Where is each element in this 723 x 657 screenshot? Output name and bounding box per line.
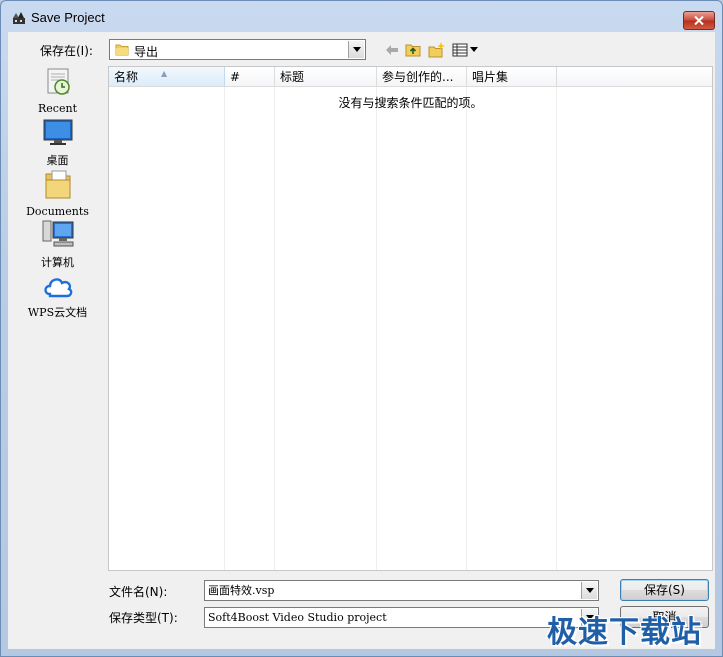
- back-arrow-icon[interactable]: [383, 41, 401, 59]
- column-divider: [556, 87, 557, 570]
- save-button[interactable]: 保存(S): [620, 579, 709, 601]
- place-computer[interactable]: 计算机: [13, 219, 102, 270]
- watermark-text: 极速下载站: [547, 615, 702, 650]
- column-label: #: [230, 70, 241, 84]
- place-label: Documents: [26, 205, 89, 218]
- file-name-label: 文件名(N):: [109, 585, 168, 599]
- place-label: 桌面: [46, 154, 69, 167]
- place-label: WPS云文档: [27, 306, 88, 319]
- save-project-dialog: Save Project 保存在(I): 导出 Recent 桌面 Docume…: [0, 0, 723, 657]
- empty-message: 没有与搜索条件匹配的项。: [338, 96, 483, 110]
- column-label: 名称: [114, 70, 139, 84]
- place-desktop[interactable]: 桌面: [13, 117, 102, 168]
- column-header-title[interactable]: 标题: [275, 67, 377, 87]
- window-title: Save Project: [31, 10, 105, 25]
- column-label: 唱片集: [472, 70, 509, 84]
- chevron-down-icon: [585, 588, 594, 593]
- chevron-down-icon: [352, 47, 361, 52]
- dialog-client-area: 保存在(I): 导出 Recent 桌面 Documents 计算机 WPS云文…: [8, 32, 715, 649]
- column-divider: [376, 87, 377, 570]
- wps-cloud-icon: [43, 278, 72, 298]
- documents-icon: [45, 170, 70, 199]
- places-bar: Recent 桌面 Documents 计算机 WPS云文档: [13, 65, 102, 603]
- title-bar[interactable]: Save Project: [1, 1, 722, 33]
- file-name-input[interactable]: 画面特效.vsp: [204, 580, 599, 601]
- save-in-dropdown[interactable]: 导出: [109, 39, 366, 60]
- place-label: Recent: [38, 102, 77, 115]
- save-in-dropdown-button[interactable]: [348, 41, 364, 58]
- desktop-icon: [43, 119, 72, 145]
- file-name-value: 画面特效.vsp: [208, 584, 275, 597]
- column-label: 标题: [280, 70, 305, 84]
- column-label: 参与创作的...: [382, 70, 454, 84]
- place-wps-cloud[interactable]: WPS云文档: [13, 271, 102, 320]
- place-recent[interactable]: Recent: [13, 65, 102, 115]
- save-in-value: 导出: [134, 45, 159, 59]
- sort-ascending-icon: ▲: [161, 69, 168, 78]
- save-in-label: 保存在(I):: [40, 44, 93, 58]
- up-folder-icon[interactable]: [404, 41, 422, 59]
- column-header-name[interactable]: 名称 ▲: [109, 67, 225, 87]
- place-label: 计算机: [41, 256, 74, 269]
- computer-icon: [42, 220, 73, 247]
- file-type-select[interactable]: Soft4Boost Video Studio project: [204, 607, 599, 628]
- column-header-filler: [557, 67, 712, 87]
- column-divider: [274, 87, 275, 570]
- new-folder-icon[interactable]: [428, 41, 446, 59]
- recent-icon: [47, 68, 70, 95]
- place-documents[interactable]: Documents: [13, 168, 102, 218]
- file-list[interactable]: 名称 ▲ # 标题 参与创作的... 唱片集 没有与搜索条件匹配的项。: [108, 66, 713, 571]
- file-type-value: Soft4Boost Video Studio project: [208, 611, 387, 624]
- app-icon: [11, 10, 27, 26]
- column-header-album[interactable]: 唱片集: [467, 67, 557, 87]
- folder-icon: [115, 43, 129, 59]
- column-divider: [466, 87, 467, 570]
- view-menu-icon[interactable]: [452, 41, 480, 59]
- column-header-number[interactable]: #: [225, 67, 275, 87]
- file-name-dropdown-button[interactable]: [581, 582, 597, 599]
- column-divider: [224, 87, 225, 570]
- column-header-artists[interactable]: 参与创作的...: [377, 67, 467, 87]
- close-icon: [694, 16, 704, 25]
- file-type-label: 保存类型(T):: [109, 611, 178, 625]
- close-button[interactable]: [683, 11, 715, 30]
